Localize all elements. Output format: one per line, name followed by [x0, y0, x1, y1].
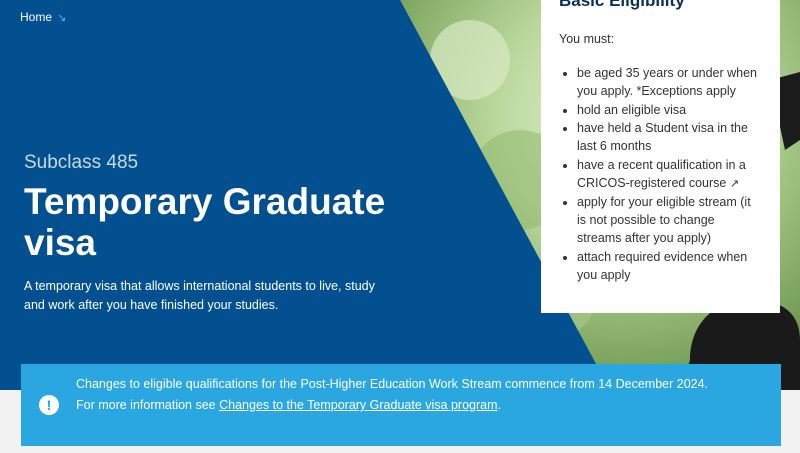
notice-line-1: Changes to eligible qualifications for t… — [76, 377, 709, 391]
page-title: Temporary Graduate visa — [24, 181, 386, 263]
notice-line-2-suffix: . — [497, 398, 501, 412]
eligibility-list: be aged 35 years or under when you apply… — [559, 64, 762, 284]
list-item[interactable]: have a recent qualification in a CRICOS-… — [577, 156, 762, 193]
list-item: apply for your eligible stream (it is no… — [577, 193, 762, 247]
notice-text: Changes to eligible qualifications for t… — [76, 374, 756, 416]
arrow-down-right-icon: ↘ — [57, 11, 67, 24]
changes-program-link[interactable]: Changes to the Temporary Graduate visa p… — [219, 398, 497, 412]
page-intro: A temporary visa that allows internation… — [24, 279, 375, 312]
eligibility-card: Basic Eligibility You must: be aged 35 y… — [541, 0, 780, 313]
list-item-text: hold an eligible visa — [577, 102, 687, 117]
alert-icon: ! — [39, 395, 59, 415]
list-item-text: be aged 35 years or under when you apply… — [577, 66, 757, 98]
breadcrumb-home-link[interactable]: Home — [20, 10, 52, 24]
breadcrumb: Home ↘ — [20, 10, 66, 24]
eligibility-lead: You must: — [559, 32, 615, 46]
list-item-text: have held a Student visa in the last 6 m… — [577, 121, 748, 153]
notice-line-2-prefix: For more information see — [76, 398, 220, 412]
list-item-text: apply for your eligible stream (it is no… — [577, 195, 751, 245]
visa-subclass: Subclass 485 — [24, 152, 139, 173]
list-item: hold an eligible visa — [577, 101, 762, 119]
external-link-icon: ↗ — [729, 177, 740, 190]
notice-banner: ! Changes to eligible qualifications for… — [21, 364, 781, 446]
list-item: be aged 35 years or under when you apply… — [577, 64, 762, 100]
eligibility-heading: Basic Eligibility — [559, 0, 685, 10]
list-item: attach required evidence when you apply — [577, 248, 762, 284]
list-item: have held a Student visa in the last 6 m… — [577, 119, 762, 155]
cricos-link[interactable]: have a recent qualification in a CRICOS-… — [577, 158, 746, 190]
list-item-text: attach required evidence when you apply — [577, 249, 748, 282]
